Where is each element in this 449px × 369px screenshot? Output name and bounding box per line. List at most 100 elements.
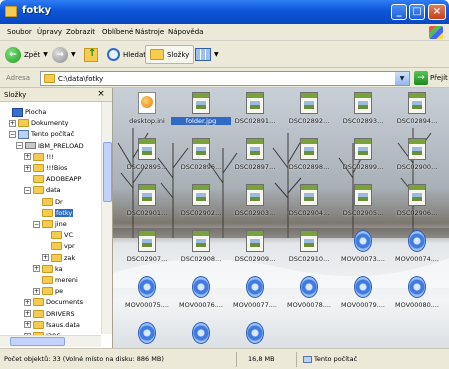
menu-upravy[interactable]: Úpravy <box>37 28 62 36</box>
file-item[interactable]: DSC02901... <box>117 182 177 226</box>
scroll-thumb[interactable] <box>103 142 112 202</box>
back-button[interactable]: ← Zpět ▼ <box>5 45 48 64</box>
tree-item[interactable]: − IBM_PRELOAD <box>16 140 84 152</box>
expand-icon[interactable]: + <box>33 287 40 295</box>
close-pane-icon[interactable]: × <box>96 89 106 100</box>
file-item[interactable]: MOV00075.... <box>117 274 177 318</box>
file-item[interactable]: MOV00077.... <box>225 274 285 318</box>
minimize-button[interactable]: _ <box>391 4 407 20</box>
search-button[interactable]: Hledat <box>107 45 146 64</box>
file-item[interactable]: DSC02905... <box>333 182 393 226</box>
tree-item[interactable]: + Dokumenty <box>9 117 69 129</box>
views-button[interactable]: ▼ <box>195 45 219 64</box>
file-item[interactable] <box>117 320 177 348</box>
collapse-icon[interactable]: − <box>33 220 40 228</box>
tree-item[interactable]: vpr <box>42 240 75 252</box>
file-item[interactable]: DSC02908... <box>171 228 231 272</box>
file-item[interactable]: DSC02902... <box>171 182 231 226</box>
chevron-down-icon[interactable]: ▼ <box>43 51 48 58</box>
file-view[interactable]: desktop.ini folder.jpg DSC02891... DSC02892… <box>113 88 449 348</box>
tree-item[interactable]: + pe <box>33 285 63 297</box>
video-file-icon <box>408 276 426 298</box>
tree-item-label: VC <box>64 231 73 240</box>
file-name: DSC02905... <box>342 209 384 217</box>
file-item[interactable]: DSC02900... <box>387 136 447 180</box>
file-item[interactable]: MOV00076.... <box>171 274 231 318</box>
file-item[interactable]: DSC02892... <box>279 90 339 134</box>
close-button[interactable]: × <box>428 4 446 20</box>
file-item[interactable]: DSC02903... <box>225 182 285 226</box>
file-item[interactable]: DSC02896... <box>171 136 231 180</box>
file-name: DSC02907... <box>126 255 168 263</box>
tree-item[interactable]: + ka <box>33 263 63 275</box>
expand-icon[interactable]: + <box>24 164 31 172</box>
horizontal-scrollbar[interactable] <box>0 335 101 347</box>
expand-icon[interactable]: + <box>24 298 31 306</box>
file-item[interactable]: DSC02907... <box>117 228 177 272</box>
tree-item[interactable]: − jine <box>33 218 67 230</box>
tree-item[interactable]: Plocha <box>3 106 46 118</box>
up-button[interactable] <box>84 45 98 64</box>
expand-icon[interactable]: + <box>24 153 31 161</box>
chevron-down-icon[interactable]: ▼ <box>71 51 76 58</box>
tree-item[interactable]: ADOBEAPP <box>24 173 81 185</box>
expand-icon[interactable]: + <box>33 265 40 273</box>
file-item[interactable]: DSC02910... <box>279 228 339 272</box>
expand-icon[interactable]: + <box>9 119 16 127</box>
scroll-thumb[interactable] <box>10 337 65 346</box>
tree-item[interactable]: Dr <box>33 196 63 208</box>
menu-zobrazit[interactable]: Zobrazit <box>66 28 95 36</box>
file-item[interactable]: folder.jpg <box>171 90 231 134</box>
chevron-down-icon[interactable]: ▼ <box>395 72 409 85</box>
settings-file-icon <box>138 92 156 114</box>
menu-oblibene[interactable]: Oblíbené <box>102 28 133 36</box>
collapse-icon[interactable]: − <box>16 142 23 150</box>
title-bar[interactable]: fotky _ □ × <box>0 0 449 24</box>
file-item[interactable]: DSC02895... <box>117 136 177 180</box>
file-item[interactable]: DSC02904... <box>279 182 339 226</box>
collapse-icon[interactable]: − <box>9 130 16 138</box>
tree-item[interactable]: VC <box>42 229 73 241</box>
folder-up-icon <box>84 47 98 62</box>
forward-button[interactable]: → ▼ <box>52 45 76 64</box>
expand-icon[interactable]: + <box>24 310 31 318</box>
tree-item[interactable]: + Documents <box>24 296 83 308</box>
tree-item[interactable]: + fsaus.data <box>24 319 80 331</box>
file-item[interactable]: DSC02906... <box>387 182 447 226</box>
file-item[interactable]: MOV00073.... <box>333 228 393 272</box>
file-item[interactable]: DSC02898... <box>279 136 339 180</box>
image-file-icon <box>300 184 318 206</box>
file-item[interactable]: DSC02894... <box>387 90 447 134</box>
menu-soubor[interactable]: Soubor <box>7 28 32 36</box>
menu-napoveda[interactable]: Nápověda <box>168 28 203 36</box>
tree-item[interactable]: mereni <box>33 274 78 286</box>
tree-item[interactable]: − data <box>24 184 61 196</box>
folders-button[interactable]: Složky <box>145 45 195 64</box>
tree-item[interactable]: fotky <box>33 207 74 219</box>
file-item[interactable] <box>225 320 285 348</box>
maximize-button[interactable]: □ <box>409 4 425 20</box>
tree-item[interactable]: − Tento počítač <box>9 128 74 140</box>
address-field[interactable]: C:\data\fotky ▼ <box>40 71 410 86</box>
file-item[interactable]: DSC02899... <box>333 136 393 180</box>
go-button[interactable]: → Přejít <box>414 71 448 85</box>
file-item[interactable]: MOV00080.... <box>387 274 447 318</box>
file-item[interactable]: DSC02909... <box>225 228 285 272</box>
file-item[interactable]: MOV00078.... <box>279 274 339 318</box>
menu-nastroje[interactable]: Nástroje <box>135 28 164 36</box>
file-item[interactable]: DSC02897... <box>225 136 285 180</box>
file-item[interactable]: DSC02893... <box>333 90 393 134</box>
expand-icon[interactable]: + <box>42 254 49 262</box>
tree-item[interactable]: + !!!Bios <box>24 162 67 174</box>
tree-item[interactable]: + DRIVERS <box>24 308 75 320</box>
file-item[interactable]: MOV00074.... <box>387 228 447 272</box>
file-item[interactable]: desktop.ini <box>117 90 177 134</box>
tree-item[interactable]: + zak <box>42 252 75 264</box>
file-item[interactable]: MOV00079.... <box>333 274 393 318</box>
tree-item[interactable]: +!!! <box>24 151 54 163</box>
vertical-scrollbar[interactable] <box>101 102 112 334</box>
file-item[interactable] <box>171 320 231 348</box>
collapse-icon[interactable]: − <box>24 186 31 194</box>
file-item[interactable]: DSC02891... <box>225 90 285 134</box>
expand-icon[interactable]: + <box>24 321 31 329</box>
